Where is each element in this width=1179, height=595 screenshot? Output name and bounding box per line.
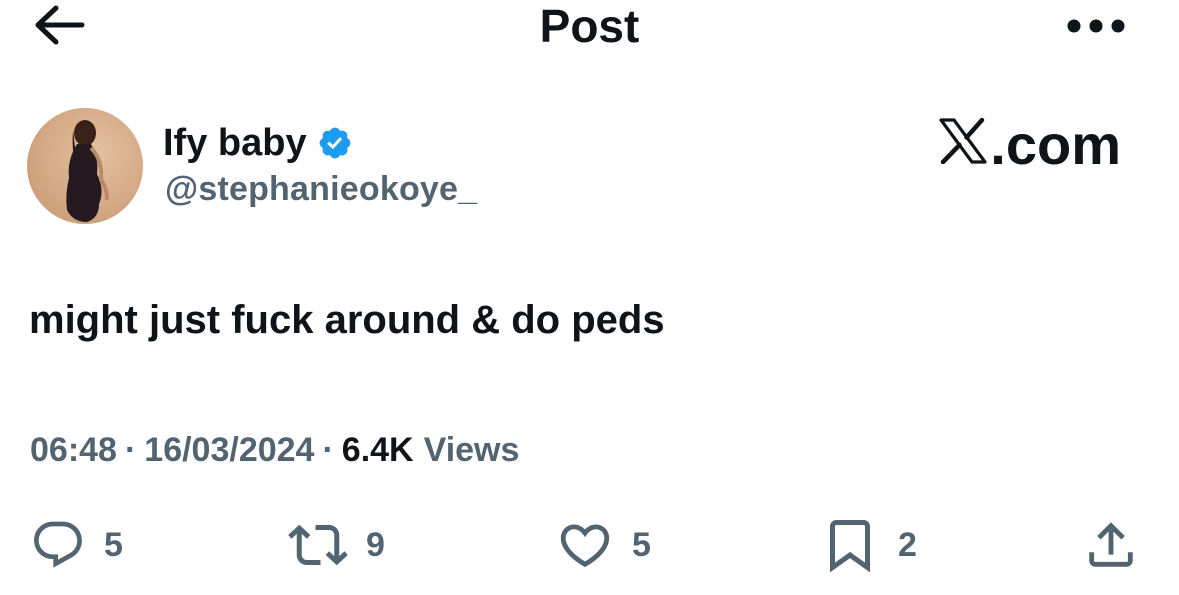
- page-title: Post: [539, 0, 640, 52]
- views-label[interactable]: Views: [424, 428, 520, 472]
- arrow-left-icon: [35, 5, 85, 45]
- action-bar: 5 9 5 2: [0, 515, 1179, 575]
- like-count: 5: [632, 526, 651, 564]
- meta-separator: ·: [322, 431, 334, 469]
- like-button[interactable]: 5: [556, 515, 651, 575]
- watermark-text: .com: [990, 113, 1121, 176]
- author-handle[interactable]: @stephanieokoye_: [165, 168, 477, 210]
- repost-button[interactable]: 9: [288, 515, 385, 575]
- meta-separator: ·: [124, 431, 137, 469]
- share-button[interactable]: [1082, 515, 1140, 575]
- reply-count: 5: [104, 526, 123, 564]
- repost-icon: [288, 524, 348, 566]
- avatar-photo: [66, 120, 109, 222]
- share-icon: [1089, 522, 1133, 567]
- bookmark-icon: [830, 520, 870, 573]
- x-logo-icon: [939, 118, 987, 164]
- views-count[interactable]: 6.4K: [342, 428, 414, 472]
- tweet-date[interactable]: 16/03/2024: [144, 428, 314, 472]
- post-page: Post Ify baby @stephanieokoye_ .com migh…: [0, 0, 1179, 595]
- reply-icon: [34, 521, 82, 568]
- repost-count: 9: [366, 526, 385, 564]
- reply-button[interactable]: 5: [30, 515, 123, 575]
- bookmark-button[interactable]: 2: [820, 515, 917, 575]
- tweet-text: might just fuck around & do peds: [29, 298, 665, 342]
- more-options-button[interactable]: [1065, 6, 1127, 46]
- heart-icon: [560, 524, 610, 568]
- verified-badge-icon: [319, 127, 350, 159]
- author-display-name[interactable]: Ify baby: [163, 120, 307, 166]
- bookmark-count: 2: [898, 526, 917, 564]
- tweet-meta: 06:48 · 16/03/2024 · 6.4K Views: [30, 428, 519, 472]
- avatar[interactable]: [27, 108, 143, 224]
- back-button[interactable]: [30, 2, 88, 48]
- more-horizontal-icon: [1067, 19, 1125, 33]
- tweet-time[interactable]: 06:48: [30, 428, 117, 472]
- author-display-name-row[interactable]: Ify baby: [163, 120, 353, 166]
- x-com-watermark: .com: [938, 114, 1121, 176]
